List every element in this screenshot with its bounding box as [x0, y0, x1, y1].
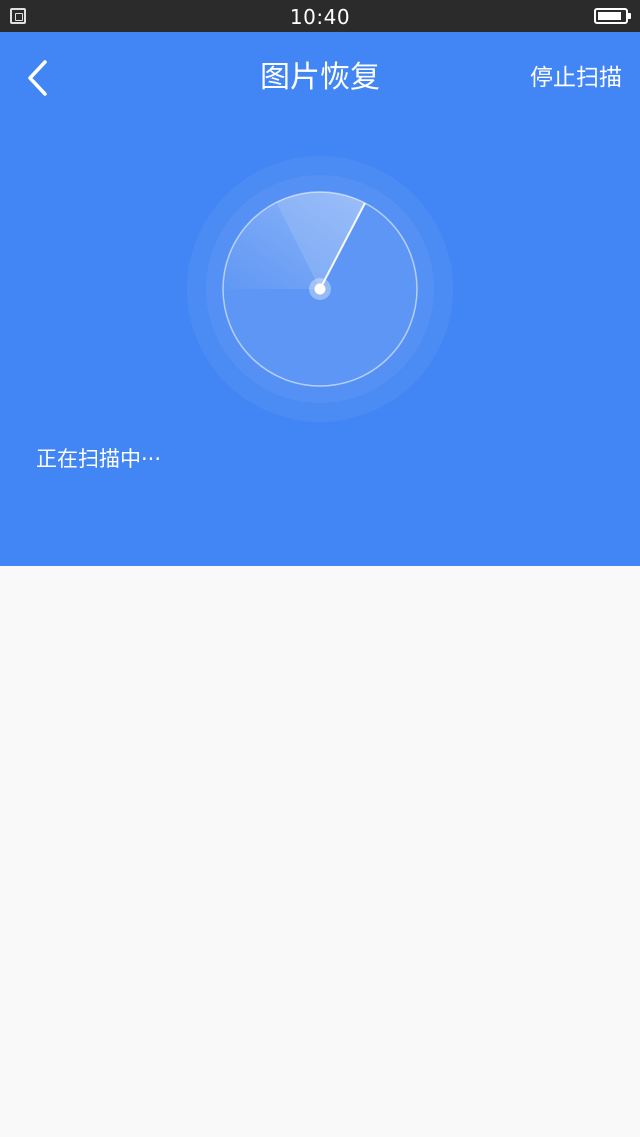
scan-header: 图片恢复 停止扫描 正在扫描中··· — [0, 32, 640, 566]
back-button[interactable] — [20, 58, 56, 98]
radar-scan-icon — [186, 155, 454, 423]
status-time: 10:40 — [289, 5, 351, 29]
stop-scan-button[interactable]: 停止扫描 — [530, 62, 622, 94]
results-area — [0, 566, 640, 1137]
battery-icon — [594, 8, 631, 24]
battery-level — [598, 12, 621, 20]
scan-status-text: 正在扫描中··· — [36, 447, 162, 471]
status-bar: 10:40 — [0, 0, 640, 32]
chevron-left-icon — [28, 60, 47, 96]
